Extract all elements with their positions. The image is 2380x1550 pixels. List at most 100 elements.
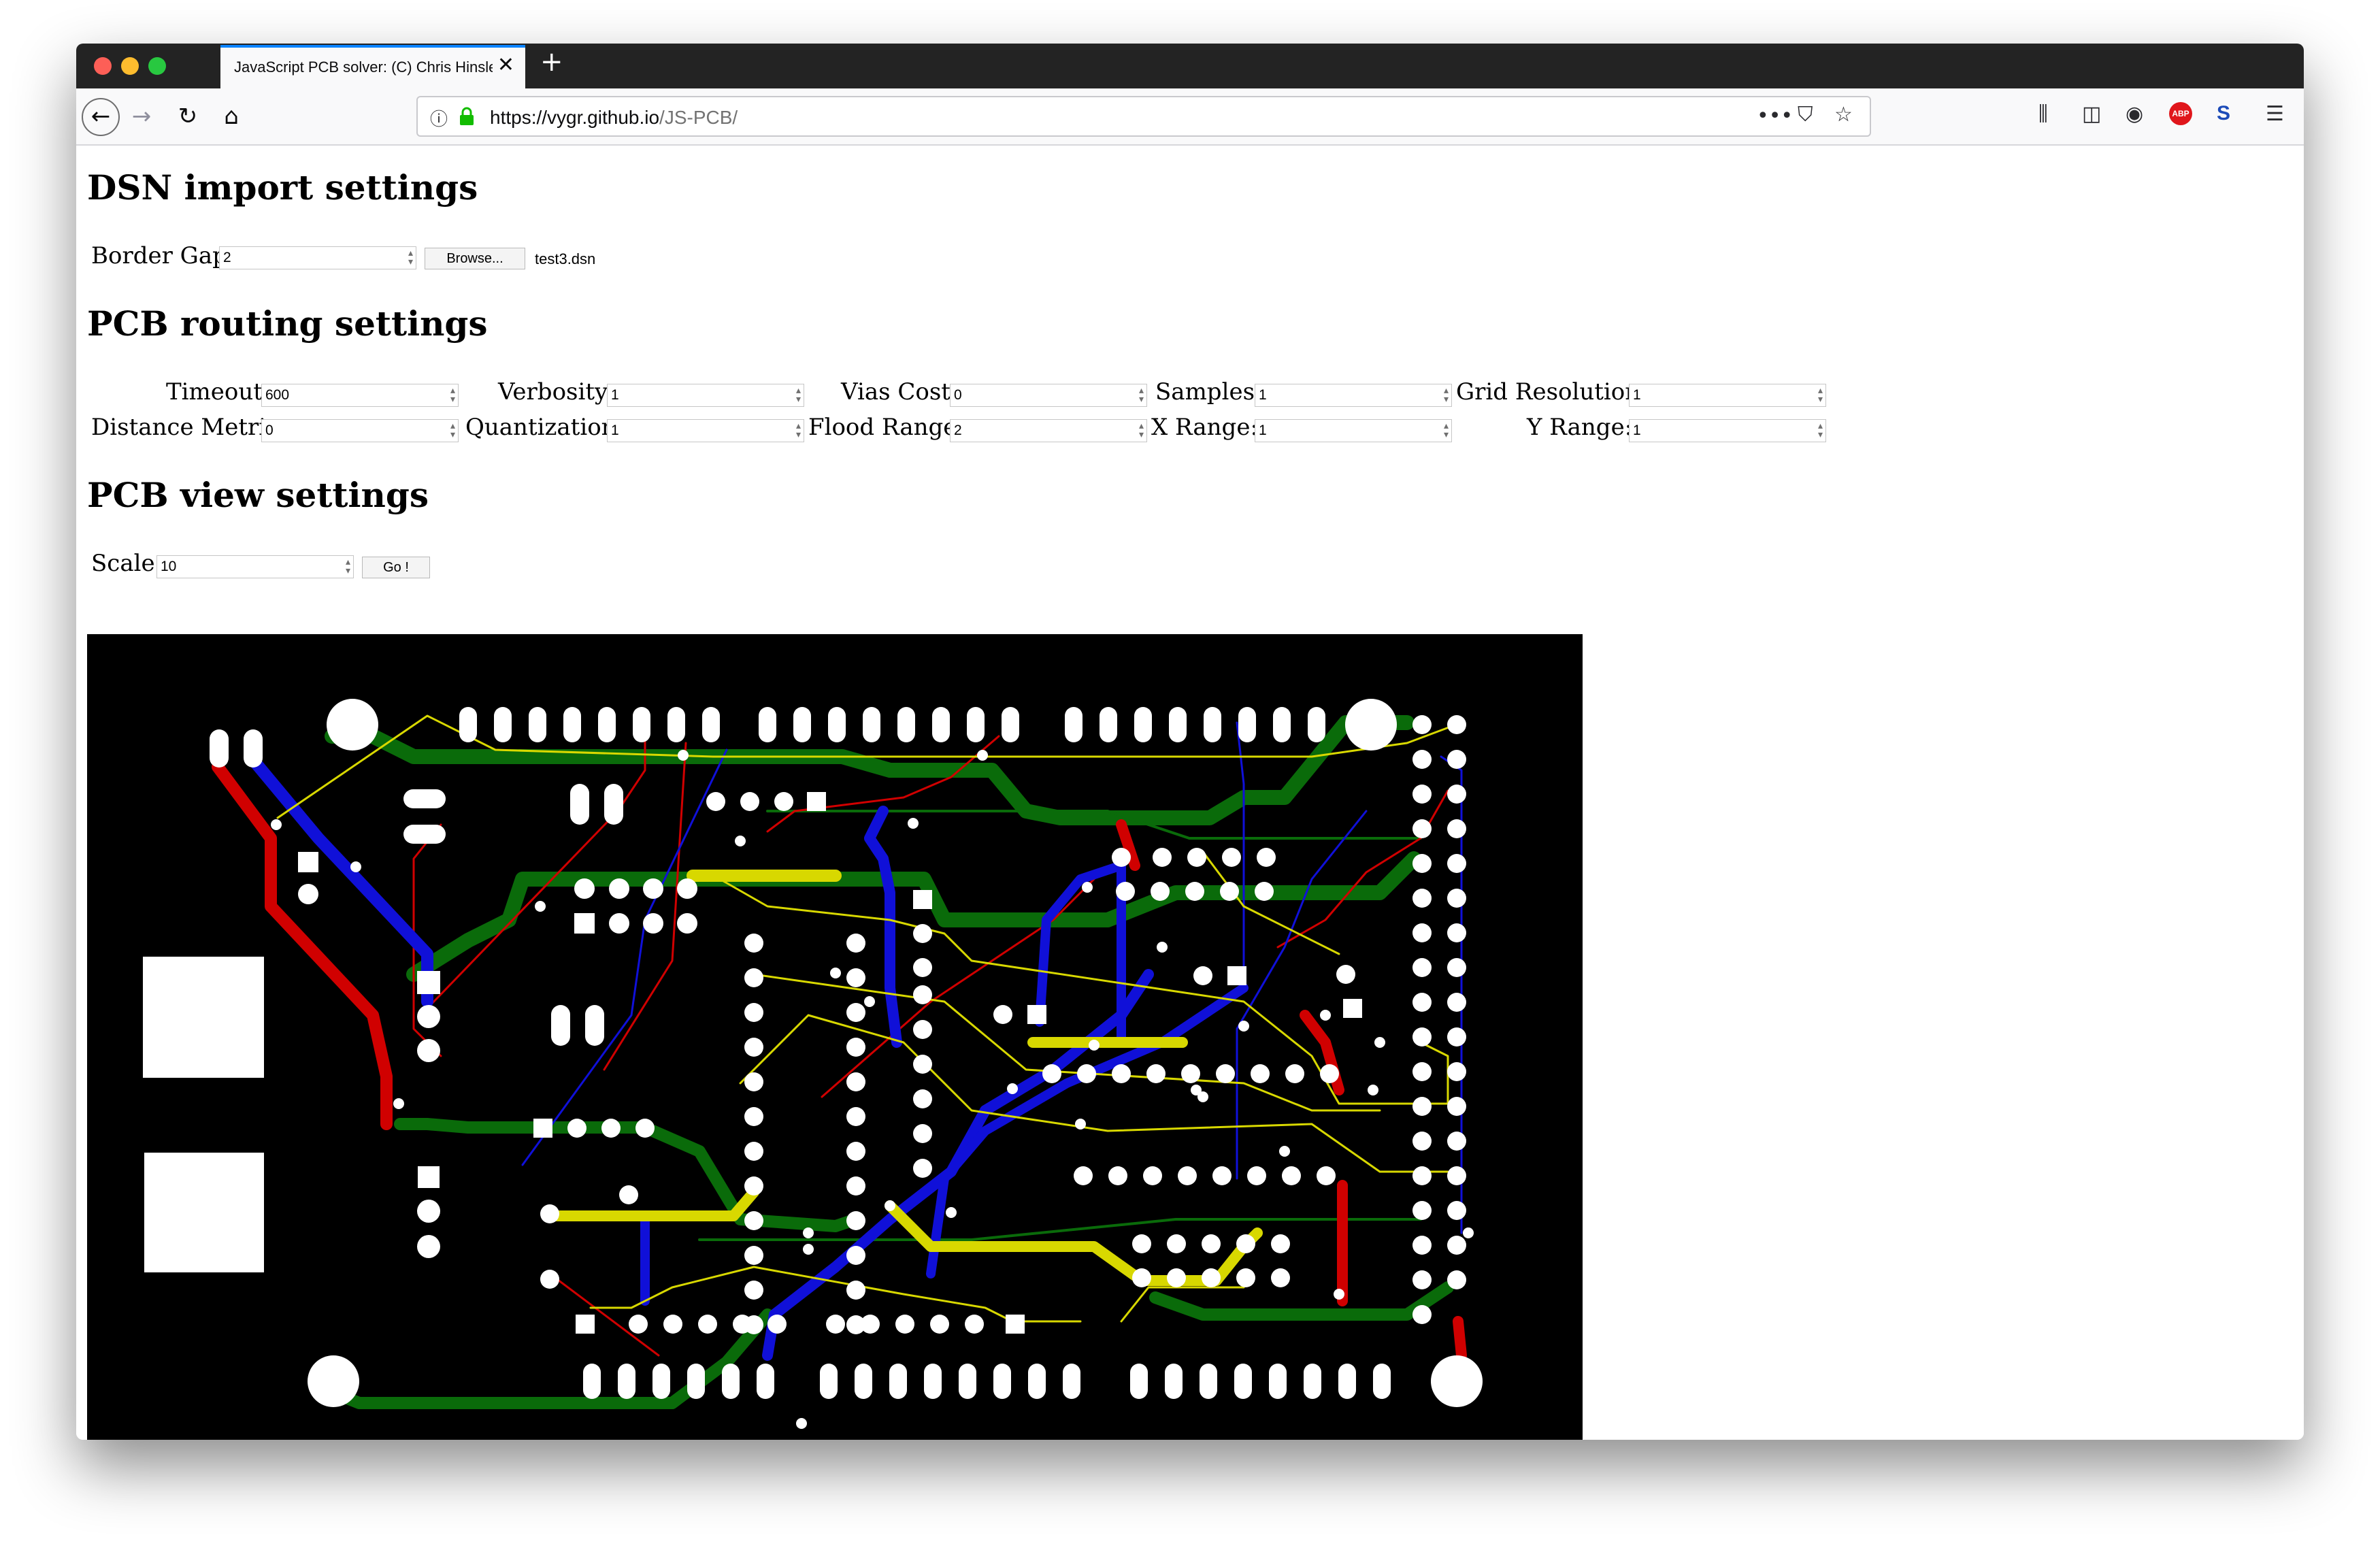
header-pad [1238,707,1256,742]
minimize-window-button[interactable] [121,57,139,75]
round-pad [1412,785,1432,804]
round-pad [1146,1064,1166,1083]
flood-range-value: 2 [954,423,962,438]
header-pad [820,1364,838,1399]
spinner-icon[interactable]: ▴ ▾ [408,248,413,267]
track-blue [1035,861,1126,1027]
round-pad [601,1119,621,1138]
track-yellow [589,1266,1082,1323]
url-bar[interactable]: ⓘ https://vygr.github.io/JS-PCB/ ••• ⛉ ☆ [416,96,1871,137]
oval-pad [570,784,589,825]
reload-icon[interactable]: ↻ [169,98,207,136]
round-pad [1412,1201,1432,1220]
square-pad [576,1315,595,1334]
grid-resolution-input[interactable]: 1 ▴ ▾ [1629,384,1826,407]
scale-label: Scale: [91,550,163,577]
identity-icon[interactable]: ◉ [2126,102,2143,126]
round-pad [846,934,865,953]
round-pad [744,1003,763,1022]
vias-cost-input[interactable]: 0 ▴ ▾ [950,384,1147,407]
spinner-icon[interactable]: ▴ ▾ [1139,386,1144,404]
spinner-icon[interactable]: ▴ ▾ [1818,386,1823,404]
adblock-icon[interactable]: ABP [2169,102,2192,125]
round-pad [1412,1132,1432,1151]
header-pad [1169,707,1187,742]
quantization-input[interactable]: 1 ▴ ▾ [607,419,804,442]
header-pad [1273,707,1291,742]
close-icon[interactable]: ✕ [497,53,514,77]
round-pad [744,1072,763,1091]
spinner-icon[interactable]: ▴ ▾ [1444,386,1449,404]
x-range-input[interactable]: 1 ▴ ▾ [1255,419,1452,442]
spinner-icon[interactable]: ▴ ▾ [796,421,801,440]
round-pad [619,1185,638,1204]
round-pad [1236,1234,1255,1253]
spinner-icon[interactable]: ▴ ▾ [1444,421,1449,440]
round-pad [1463,1227,1474,1238]
forward-icon[interactable]: → [122,98,161,136]
go-button[interactable]: Go ! [362,557,430,578]
distance-metric-value: 0 [265,423,274,438]
header-pad [757,1364,774,1399]
flood-range-input[interactable]: 2 ▴ ▾ [950,419,1147,442]
star-icon[interactable]: ☆ [1834,103,1853,127]
track-yellow [1202,851,1340,955]
library-icon[interactable]: ⫼ [2038,102,2048,126]
round-pad [803,1244,814,1255]
y-range-input[interactable]: 1 ▴ ▾ [1629,419,1826,442]
round-pad [767,1315,787,1334]
header-pad [993,1364,1011,1399]
mounting-hole [308,1355,359,1407]
header-pad [1134,707,1152,742]
back-icon[interactable]: ← [82,98,120,136]
round-pad [1157,942,1168,953]
timeout-value: 600 [265,387,290,403]
menu-icon[interactable]: ☰ [2266,102,2284,126]
header-pad [828,707,846,742]
zoom-window-button[interactable] [148,57,166,75]
home-icon[interactable]: ⌂ [212,98,250,136]
header-pad [1130,1364,1148,1399]
scale-input[interactable]: 10 ▴ ▾ [156,555,354,578]
spinner-icon[interactable]: ▴ ▾ [450,421,455,440]
page-actions-icon[interactable]: ••• [1757,104,1793,128]
component-layer [143,699,1483,1407]
timeout-input[interactable]: 600 ▴ ▾ [261,384,459,407]
close-window-button[interactable] [94,57,112,75]
round-pad [1412,854,1432,873]
header-pad [529,707,546,742]
round-pad [803,1227,814,1238]
header-pad [563,707,581,742]
round-pad [1447,1132,1466,1151]
round-pad [1282,1166,1301,1185]
round-pad [744,1142,763,1161]
new-tab-icon[interactable]: + [540,46,563,78]
samples-input[interactable]: 1 ▴ ▾ [1255,384,1452,407]
sidebar-icon[interactable]: ◫ [2082,102,2101,126]
header-pad [889,1364,907,1399]
round-pad [1089,1040,1100,1051]
spinner-icon[interactable]: ▴ ▾ [346,557,350,576]
round-pad [1187,848,1206,867]
header-pad [1308,707,1325,742]
distance-metric-input[interactable]: 0 ▴ ▾ [261,419,459,442]
s-extension-icon[interactable]: S [2217,102,2230,125]
spinner-icon[interactable]: ▴ ▾ [1139,421,1144,440]
round-pad [1167,1268,1186,1287]
tab-active[interactable]: JavaScript PCB solver: (C) Chris Hinsley… [220,45,525,88]
border-gap-input[interactable]: 2 ▴ ▾ [219,246,416,269]
verbosity-input[interactable]: 1 ▴ ▾ [607,384,804,407]
round-pad [1212,1166,1232,1185]
info-icon[interactable]: ⓘ [430,105,448,131]
round-pad [1447,923,1466,942]
spinner-icon[interactable]: ▴ ▾ [1818,421,1823,440]
round-pad [830,968,841,978]
header-pad [967,707,985,742]
spinner-icon[interactable]: ▴ ▾ [796,386,801,404]
browser-window: JavaScript PCB solver: (C) Chris Hinsley… [76,44,2304,1440]
round-pad [913,1089,932,1108]
round-pad [1074,1166,1093,1185]
browse-button[interactable]: Browse... [425,248,525,269]
spinner-icon[interactable]: ▴ ▾ [450,386,455,404]
pocket-icon[interactable]: ⛉ [1798,103,1813,127]
